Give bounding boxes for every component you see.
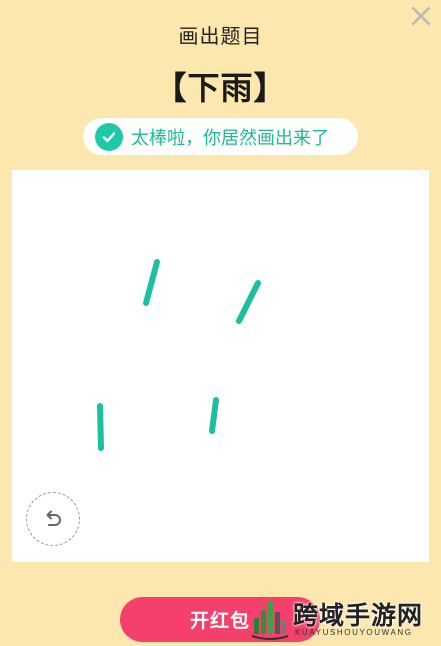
dialog-title: 画出题目 [178,24,263,48]
topic-word: 【下雨】 [154,69,287,107]
undo-icon [46,510,61,526]
watermark-text: 跨域手游网 [293,601,424,630]
rain-stroke [97,403,104,451]
rain-stroke [209,397,219,434]
close-icon [411,6,431,26]
success-message: 太棒啦，你居然画出来了 [83,118,358,155]
close-button[interactable] [407,2,435,30]
watermark-logo [251,602,289,640]
undo-button[interactable] [26,492,80,546]
watermark: 跨域手游网 KUAYUSHOUYOUWANG [250,596,441,646]
watermark-subtext: KUAYUSHOUYOUWANG [295,628,413,637]
rain-stroke [143,259,160,306]
success-text: 太棒啦，你居然画出来了 [131,127,329,149]
drawing-canvas[interactable] [12,170,429,562]
checkmark-icon [95,122,123,151]
open-red-packet-label: 开红包 [190,610,251,632]
rain-stroke [236,280,261,324]
